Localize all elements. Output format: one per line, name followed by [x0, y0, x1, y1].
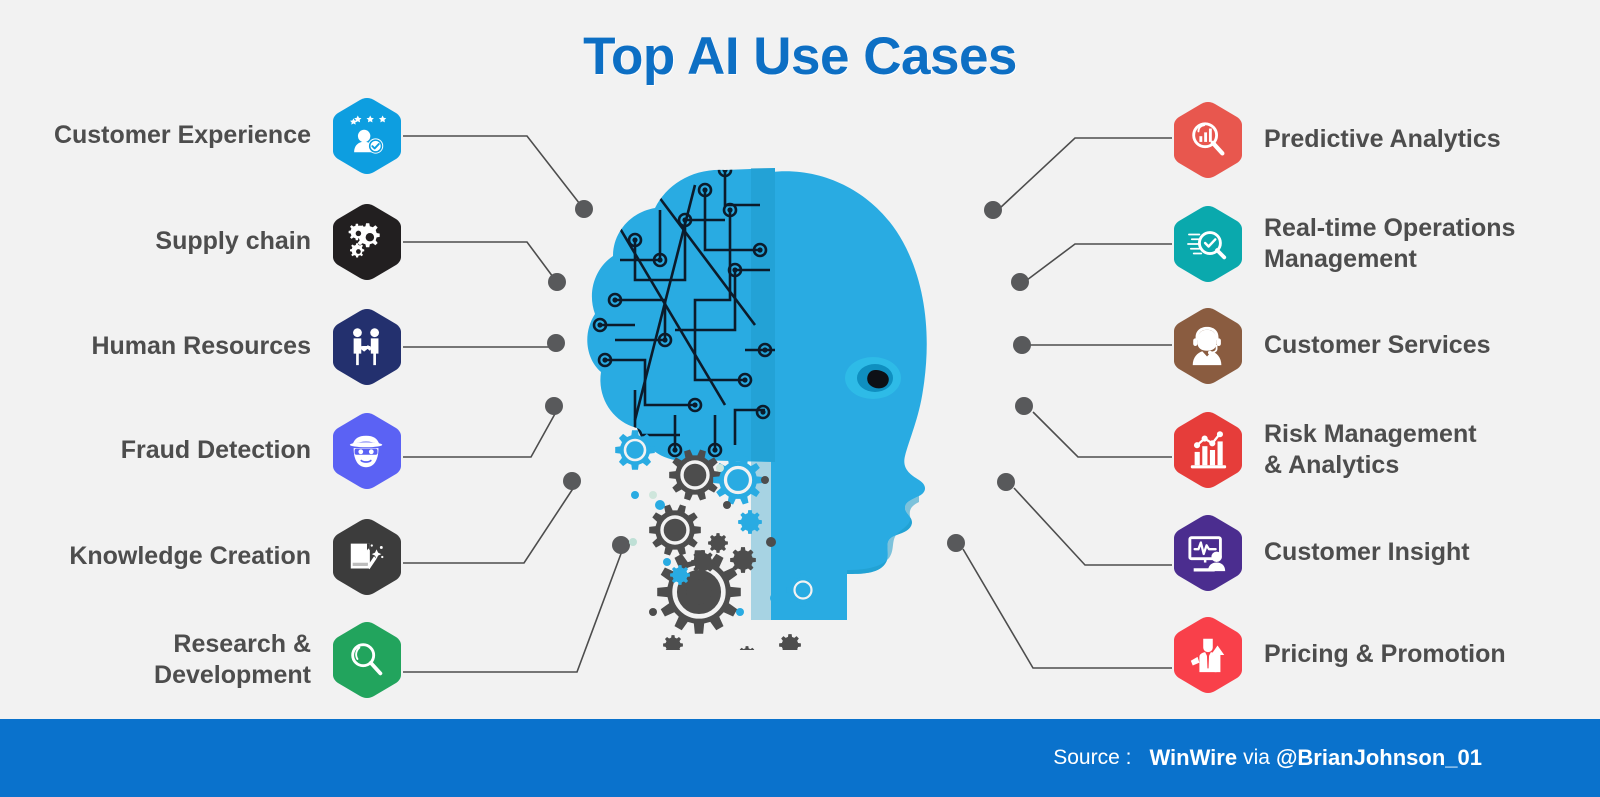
gear-dot — [761, 476, 769, 484]
gear — [730, 547, 756, 573]
item-customer-insight[interactable]: Customer Insight — [1172, 513, 1470, 593]
ai-brain-head-gears-illustration — [587, 168, 927, 650]
connector-human-resources — [403, 334, 565, 352]
item-label: Risk Management & Analytics — [1264, 419, 1477, 480]
hex-badge[interactable] — [331, 202, 403, 282]
source-handle[interactable]: @BrianJohnson_01 — [1276, 745, 1482, 771]
hex-badge[interactable] — [1172, 615, 1244, 695]
item-label: Predictive Analytics — [1264, 125, 1501, 154]
gear — [779, 634, 801, 650]
connector-realtime-operations — [1011, 243, 1172, 291]
gear-dot — [723, 501, 731, 509]
item-customer-experience[interactable]: Customer Experience — [0, 96, 403, 176]
magnifier-icon — [351, 643, 383, 676]
item-human-resources[interactable]: Human Resources — [0, 307, 403, 387]
head-profile — [751, 171, 927, 621]
item-supply-chain[interactable]: Supply chain — [0, 202, 403, 282]
clock-magnifier-icon — [1187, 231, 1227, 260]
hex-badge[interactable] — [1172, 513, 1244, 593]
item-label: Supply chain — [155, 227, 311, 256]
circuit-brain — [587, 168, 775, 462]
gear-dot — [649, 608, 657, 616]
eye — [845, 357, 901, 399]
hex-badge[interactable] — [1172, 204, 1244, 284]
headset-agent-icon — [1192, 326, 1222, 366]
customer-experience-icon — [350, 115, 387, 154]
hex-badge[interactable] — [331, 517, 403, 597]
pricing-growth-icon — [1190, 638, 1225, 673]
item-label: Human Resources — [91, 332, 311, 361]
item-label: Customer Services — [1264, 331, 1491, 360]
gear-dot — [716, 464, 724, 472]
gear — [649, 504, 701, 556]
item-pricing-promotion[interactable]: Pricing & Promotion — [1172, 615, 1506, 695]
presentation-person-icon — [1188, 536, 1226, 572]
footer-bar: Source : WinWire via @BrianJohnson_01 — [0, 719, 1600, 797]
source-name: WinWire — [1149, 745, 1238, 770]
connector-fraud-detection — [403, 397, 563, 458]
connector-risk-management — [1015, 397, 1172, 458]
gear-dot — [649, 491, 657, 499]
gear — [739, 646, 755, 650]
hex-badge[interactable] — [1172, 410, 1244, 490]
gear-dot — [736, 608, 744, 616]
hex-badge[interactable] — [1172, 306, 1244, 386]
item-customer-services[interactable]: Customer Services — [1172, 306, 1491, 386]
infographic-canvas: Top AI Use Cases Customer Experience Sup… — [0, 0, 1600, 797]
handshake-icon — [353, 328, 380, 366]
gear — [615, 430, 655, 470]
connector-knowledge-creation — [403, 472, 581, 564]
gear — [691, 550, 715, 574]
risk-bar-chart-icon — [1190, 431, 1227, 469]
gear — [738, 510, 762, 534]
page-title: Top AI Use Cases — [583, 27, 1017, 86]
item-label: Research & Development — [154, 629, 311, 690]
hex-badge[interactable] — [1172, 100, 1244, 180]
hex-badge[interactable] — [331, 620, 403, 700]
gear-dot — [631, 491, 639, 499]
supply-chain-gears-icon — [348, 223, 380, 258]
magnifier-bar-chart-icon — [1192, 122, 1225, 156]
gear — [670, 565, 690, 585]
gear — [663, 635, 683, 650]
item-label: Real-time Operations Management — [1264, 213, 1516, 274]
gear — [786, 573, 820, 607]
hex-badge[interactable] — [331, 411, 403, 491]
connector-customer-insight — [997, 473, 1172, 566]
gear-dot — [663, 558, 671, 566]
item-risk-management-analytics[interactable]: Risk Management & Analytics — [1172, 410, 1477, 490]
book-magic-wand-icon — [350, 543, 384, 570]
source-label: Source : — [1053, 746, 1132, 769]
item-fraud-detection[interactable]: Fraud Detection — [0, 411, 403, 491]
item-label: Pricing & Promotion — [1264, 640, 1506, 669]
item-label: Customer Insight — [1264, 538, 1470, 567]
gear-dot — [766, 537, 776, 547]
item-predictive-analytics[interactable]: Predictive Analytics — [1172, 100, 1501, 180]
item-knowledge-creation[interactable]: Knowledge Creation — [0, 517, 403, 597]
hex-badge[interactable] — [331, 307, 403, 387]
connector-predictive-analytics — [984, 137, 1172, 219]
item-research-development[interactable]: Research & Development — [0, 620, 403, 700]
item-label: Knowledge Creation — [69, 542, 311, 571]
hex-badge[interactable] — [331, 96, 403, 176]
item-real-time-operations-management[interactable]: Real-time Operations Management — [1172, 204, 1515, 284]
source-via: via — [1243, 746, 1270, 769]
gear — [708, 533, 728, 553]
connector-supply-chain — [403, 241, 566, 291]
gear-dot — [655, 500, 665, 510]
item-label: Fraud Detection — [120, 436, 311, 465]
gear-dot — [770, 593, 780, 603]
connector-customer-experience — [403, 135, 593, 218]
masked-thief-icon — [349, 435, 383, 468]
item-label: Customer Experience — [53, 121, 311, 150]
connector-customer-services — [1013, 336, 1172, 354]
gear-dot — [629, 538, 637, 546]
